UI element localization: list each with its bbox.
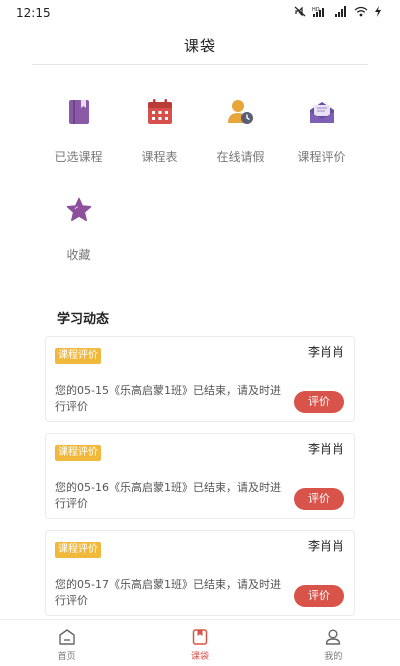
feed-card: 课程评价 李肖肖 您的05-16《乐高启蒙1班》已结束，请及时进行评价 评价	[45, 433, 355, 519]
review-button[interactable]: 评价	[294, 585, 344, 607]
card-message: 您的05-15《乐高启蒙1班》已结束，请及时进行评价	[55, 384, 281, 413]
status-time: 12:15	[16, 6, 51, 20]
status-icons: HD	[294, 6, 382, 20]
menu-item-label: 收藏	[66, 248, 91, 262]
menu-item-schedule[interactable]: 课程表	[119, 92, 200, 190]
menu-item-leave-request[interactable]: 在线请假	[200, 92, 281, 190]
mute-icon	[294, 6, 306, 20]
card-tag: 课程评价	[55, 542, 101, 558]
tab-label: 首页	[57, 652, 76, 662]
header: 课袋	[0, 26, 400, 64]
signal-icon	[334, 6, 348, 20]
menu-item-selected-courses[interactable]: 已选课程	[38, 92, 119, 190]
tab-bag[interactable]: 课袋	[133, 620, 266, 666]
feed-card: 课程评价 李肖肖 您的05-15《乐高启蒙1班》已结束，请及时进行评价 评价	[45, 336, 355, 422]
review-button[interactable]: 评价	[294, 391, 344, 413]
card-tag: 课程评价	[55, 348, 101, 364]
calendar-icon	[146, 98, 174, 126]
bottom-tab-bar: 首页 课袋 我的	[0, 619, 400, 666]
card-message: 您的05-16《乐高启蒙1班》已结束，请及时进行评价	[55, 481, 281, 510]
card-message: 您的05-17《乐高启蒙1班》已结束，请及时进行评价	[55, 578, 281, 607]
tab-home[interactable]: 首页	[0, 620, 133, 666]
feed-section-title: 学习动态	[57, 312, 110, 327]
user-clock-icon	[227, 98, 255, 126]
menu-item-label: 课程表	[141, 150, 178, 164]
tab-profile[interactable]: 我的	[267, 620, 400, 666]
feed-card: 课程评价 李肖肖 您的05-17《乐高启蒙1班》已结束，请及时进行评价 评价	[45, 530, 355, 616]
tab-label: 我的	[324, 652, 343, 662]
card-user-name: 李肖肖	[307, 345, 344, 359]
hd-badge: HD	[312, 7, 320, 13]
card-user-name: 李肖肖	[307, 442, 344, 456]
status-bar: 12:15 HD	[0, 0, 400, 26]
book-icon	[65, 98, 93, 126]
envelope-icon	[308, 98, 336, 126]
menu-item-label: 在线请假	[216, 150, 265, 164]
header-divider	[32, 64, 368, 65]
menu-item-course-review[interactable]: 课程评价	[281, 92, 362, 190]
menu-item-label: 已选课程	[54, 150, 103, 164]
card-user-name: 李肖肖	[307, 539, 344, 553]
page-title: 课袋	[183, 36, 216, 55]
tab-label: 课袋	[190, 652, 209, 662]
wifi-icon	[354, 6, 368, 20]
menu-item-label: 课程评价	[297, 150, 346, 164]
profile-icon	[324, 628, 342, 646]
home-icon	[58, 628, 76, 646]
menu-item-favorites[interactable]: 收藏	[38, 190, 119, 288]
card-tag: 课程评价	[55, 445, 101, 461]
charging-icon	[374, 6, 382, 20]
review-button[interactable]: 评价	[294, 488, 344, 510]
hd-signal-icon: HD	[312, 6, 328, 20]
feature-menu: 已选课程 课程表 在线请假 课程评价 收藏	[38, 92, 362, 288]
bag-icon	[191, 628, 209, 646]
star-icon	[65, 196, 93, 224]
